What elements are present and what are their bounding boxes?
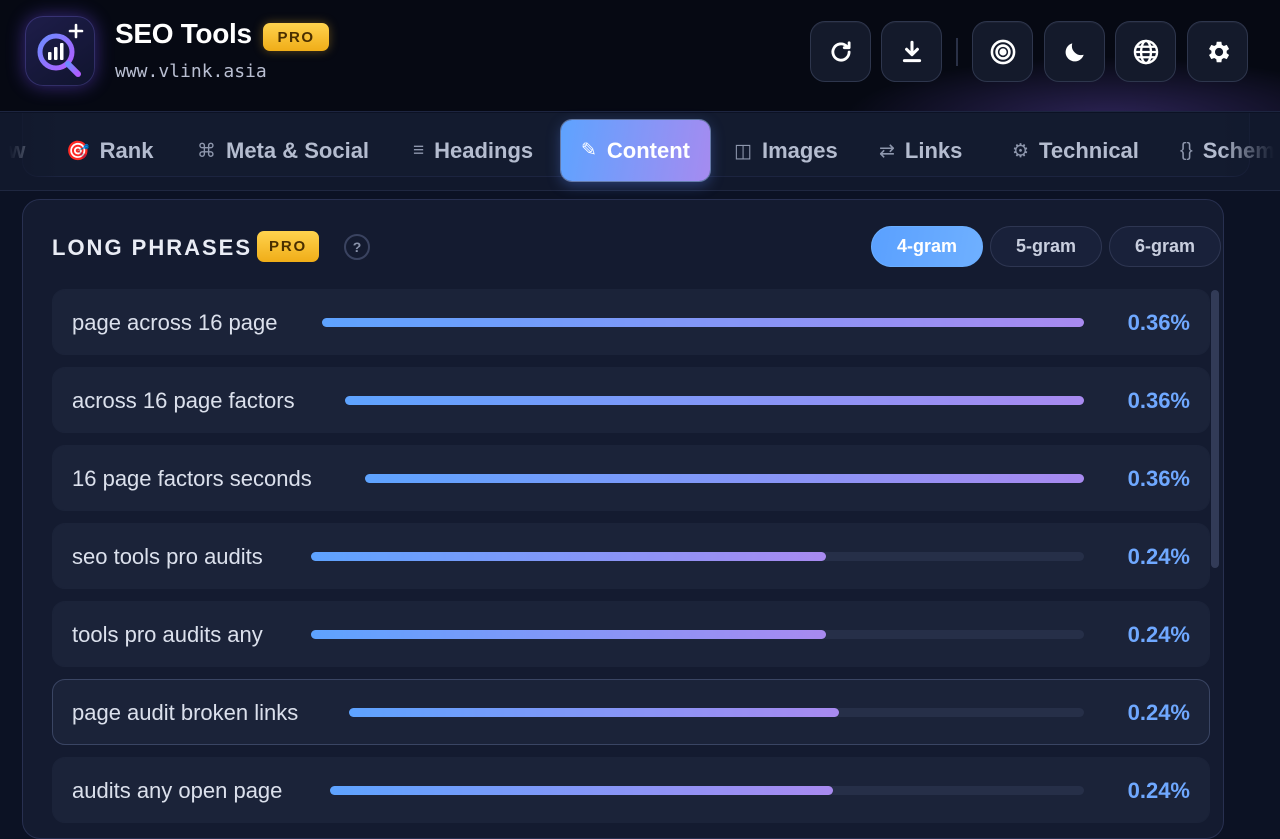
phrase-text: page audit broken links bbox=[72, 700, 299, 725]
image-icon: ◫ bbox=[734, 140, 752, 162]
tab-bar: ew 🎯 Rank ⌘ Meta & Social ≡ Headings ✎ C… bbox=[0, 113, 1280, 191]
gram-5-button[interactable]: 5-gram bbox=[990, 226, 1102, 267]
tab-label: Links bbox=[904, 138, 963, 163]
frequency-bar bbox=[311, 552, 1084, 561]
refresh-icon bbox=[830, 40, 851, 61]
phrase-row[interactable]: page audit broken links 0.24% bbox=[52, 679, 1210, 745]
download-button[interactable] bbox=[881, 21, 942, 82]
frequency-bar bbox=[311, 630, 1084, 639]
phrase-percent: 0.24% bbox=[1127, 778, 1190, 803]
gram-4-button[interactable]: 4-gram bbox=[871, 226, 983, 267]
tab-rank[interactable]: 🎯 Rank bbox=[66, 121, 153, 181]
arrows-swap-icon: ⇄ bbox=[879, 140, 895, 162]
phrase-row[interactable]: tools pro audits any 0.24% bbox=[52, 601, 1210, 667]
tab-headings[interactable]: ≡ Headings bbox=[413, 121, 533, 181]
tab-label: Schema bbox=[1202, 138, 1280, 163]
target-button[interactable] bbox=[972, 21, 1033, 82]
tab-technical[interactable]: ⚙ Technical bbox=[1012, 121, 1139, 181]
phrase-text: tools pro audits any bbox=[72, 622, 263, 647]
gear-icon bbox=[1208, 41, 1229, 62]
target-icon: 🎯 bbox=[66, 141, 90, 162]
scrollbar-thumb[interactable] bbox=[1211, 290, 1219, 568]
phrase-text: audits any open page bbox=[72, 778, 283, 803]
app-title: SEO Tools bbox=[115, 18, 252, 49]
phrase-text: across 16 page factors bbox=[72, 388, 295, 413]
gear-icon: ⚙ bbox=[1012, 140, 1030, 162]
header-divider bbox=[956, 38, 958, 66]
phrase-row[interactable]: audits any open page 0.24% bbox=[52, 757, 1210, 823]
phrase-row[interactable]: across 16 page factors 0.36% bbox=[52, 367, 1210, 433]
tab-content[interactable]: ✎ Content bbox=[561, 120, 711, 181]
phrase-text: seo tools pro audits bbox=[72, 544, 263, 569]
tab-label: Rank bbox=[99, 138, 154, 163]
app-header: SEO Tools PRO www.vlink.asia bbox=[0, 0, 1280, 112]
tab-label: Content bbox=[606, 137, 691, 163]
pencil-icon: ✎ bbox=[581, 140, 597, 161]
frequency-bar bbox=[322, 318, 1084, 327]
phrase-row[interactable]: seo tools pro audits 0.24% bbox=[52, 523, 1210, 589]
frequency-bar-fill bbox=[311, 630, 827, 639]
list-icon: ≡ bbox=[413, 140, 425, 161]
tab-label: ew bbox=[0, 138, 26, 163]
command-icon: ⌘ bbox=[197, 140, 216, 162]
download-icon bbox=[902, 40, 921, 62]
phrase-percent: 0.24% bbox=[1127, 622, 1190, 647]
frequency-bar-fill bbox=[311, 552, 827, 561]
frequency-bar-fill bbox=[365, 474, 1084, 483]
frequency-bar-fill bbox=[345, 396, 1084, 405]
frequency-bar bbox=[349, 708, 1084, 717]
help-icon[interactable]: ? bbox=[344, 234, 370, 260]
phrase-percent: 0.36% bbox=[1127, 466, 1190, 491]
phrase-text: 16 page factors seconds bbox=[72, 466, 312, 491]
language-button[interactable] bbox=[1115, 21, 1176, 82]
tab-links[interactable]: ⇄ Links bbox=[879, 121, 962, 181]
braces-icon: {} bbox=[1180, 140, 1193, 161]
frequency-bar-fill bbox=[330, 786, 833, 795]
pro-badge: PRO bbox=[257, 231, 319, 262]
tab-images[interactable]: ◫ Images bbox=[734, 121, 838, 181]
tab-label: Images bbox=[761, 138, 838, 163]
tab-overview[interactable]: ew bbox=[0, 121, 25, 181]
dark-mode-button[interactable] bbox=[1044, 21, 1105, 82]
phrase-percent: 0.36% bbox=[1127, 388, 1190, 413]
frequency-bar-fill bbox=[349, 708, 839, 717]
phrase-percent: 0.24% bbox=[1127, 544, 1190, 569]
settings-button[interactable] bbox=[1187, 21, 1248, 82]
globe-icon bbox=[1133, 39, 1158, 64]
phrase-row[interactable]: 16 page factors seconds 0.36% bbox=[52, 445, 1210, 511]
gram-6-button[interactable]: 6-gram bbox=[1109, 226, 1221, 267]
frequency-bar bbox=[330, 786, 1084, 795]
seo-logo-icon bbox=[25, 16, 95, 86]
tab-label: Headings bbox=[434, 138, 534, 163]
section-title: LONG PHRASES bbox=[52, 235, 253, 260]
frequency-bar bbox=[345, 396, 1084, 405]
site-url: www.vlink.asia bbox=[115, 61, 267, 82]
tab-label: Meta & Social bbox=[226, 138, 370, 163]
refresh-button[interactable] bbox=[810, 21, 871, 82]
phrase-percent: 0.24% bbox=[1127, 700, 1190, 725]
phrase-text: page across 16 page bbox=[72, 310, 278, 335]
phrase-percent: 0.36% bbox=[1127, 310, 1190, 335]
tab-schema[interactable]: {} Schema bbox=[1180, 121, 1280, 181]
moon-icon bbox=[1065, 42, 1084, 61]
tab-meta-social[interactable]: ⌘ Meta & Social bbox=[197, 121, 369, 181]
phrase-row[interactable]: page across 16 page 0.36% bbox=[52, 289, 1210, 355]
frequency-bar bbox=[365, 474, 1084, 483]
target-icon bbox=[990, 39, 1015, 64]
pro-badge: PRO bbox=[263, 23, 329, 51]
tab-label: Technical bbox=[1039, 138, 1139, 163]
frequency-bar-fill bbox=[322, 318, 1084, 327]
